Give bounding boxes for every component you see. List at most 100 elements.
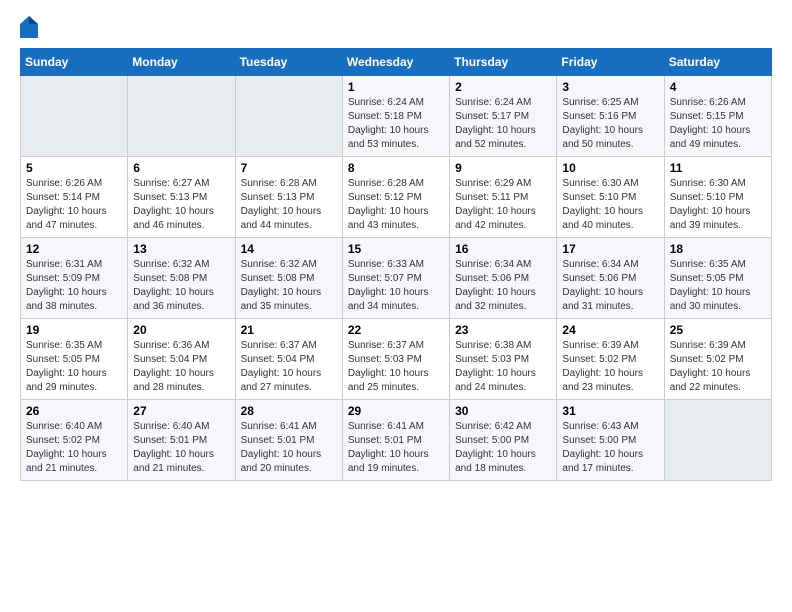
week-row-0: 1Sunrise: 6:24 AMSunset: 5:18 PMDaylight…	[21, 76, 772, 157]
calendar-cell: 29 Sunrise: 6:41 AMSunset: 5:01 PMDayligh…	[342, 400, 449, 481]
week-row-2: 12 Sunrise: 6:31 AMSunset: 5:09 PMDayligh…	[21, 238, 772, 319]
calendar-cell: 12 Sunrise: 6:31 AMSunset: 5:09 PMDayligh…	[21, 238, 128, 319]
calendar-cell: 1Sunrise: 6:24 AMSunset: 5:18 PMDaylight…	[342, 76, 449, 157]
day-info: Sunrise: 6:32 AMSunset: 5:08 PMDaylight:…	[133, 258, 229, 314]
calendar-cell: 5 Sunrise: 6:26 AMSunset: 5:14 PMDaylight…	[21, 157, 128, 238]
day-info: Sunrise: 6:39 AMSunset: 5:02 PMDaylight:…	[562, 339, 658, 395]
calendar-cell: 23 Sunrise: 6:38 AMSunset: 5:03 PMDayligh…	[450, 319, 557, 400]
calendar-cell: 30Sunrise: 6:42 AMSunset: 5:00 PMDayligh…	[450, 400, 557, 481]
day-number: 16	[455, 242, 551, 256]
day-number: 8	[348, 161, 444, 175]
calendar-cell: 20 Sunrise: 6:36 AMSunset: 5:04 PMDayligh…	[128, 319, 235, 400]
day-info: Sunrise: 6:36 AMSunset: 5:04 PMDaylight:…	[133, 339, 229, 395]
calendar-cell: 3Sunrise: 6:25 AMSunset: 5:16 PMDaylight…	[557, 76, 664, 157]
calendar-cell	[128, 76, 235, 157]
day-number: 21	[241, 323, 337, 337]
day-info: Sunrise: 6:28 AMSunset: 5:12 PMDaylight:…	[348, 177, 444, 233]
day-number: 1	[348, 80, 444, 94]
calendar-cell: 26 Sunrise: 6:40 AMSunset: 5:02 PMDayligh…	[21, 400, 128, 481]
calendar-cell: 2 Sunrise: 6:24 AMSunset: 5:17 PMDaylight…	[450, 76, 557, 157]
calendar-cell: 14 Sunrise: 6:32 AMSunset: 5:08 PMDayligh…	[235, 238, 342, 319]
calendar-cell: 13 Sunrise: 6:32 AMSunset: 5:08 PMDayligh…	[128, 238, 235, 319]
calendar-cell: 6 Sunrise: 6:27 AMSunset: 5:13 PMDaylight…	[128, 157, 235, 238]
day-header-friday: Friday	[557, 49, 664, 76]
day-number: 23	[455, 323, 551, 337]
day-number: 3	[562, 80, 658, 94]
day-number: 20	[133, 323, 229, 337]
day-info: Sunrise: 6:26 AMSunset: 5:14 PMDaylight:…	[26, 177, 122, 233]
day-number: 26	[26, 404, 122, 418]
day-info: Sunrise: 6:28 AMSunset: 5:13 PMDaylight:…	[241, 177, 337, 233]
logo	[20, 16, 42, 38]
day-info: Sunrise: 6:43 AMSunset: 5:00 PMDaylight:…	[562, 420, 658, 476]
day-info: Sunrise: 6:39 AMSunset: 5:02 PMDaylight:…	[670, 339, 766, 395]
day-number: 6	[133, 161, 229, 175]
calendar-cell: 21Sunrise: 6:37 AMSunset: 5:04 PMDayligh…	[235, 319, 342, 400]
day-info: Sunrise: 6:41 AMSunset: 5:01 PMDaylight:…	[348, 420, 444, 476]
page-header	[20, 16, 772, 38]
calendar-cell: 7 Sunrise: 6:28 AMSunset: 5:13 PMDaylight…	[235, 157, 342, 238]
day-header-thursday: Thursday	[450, 49, 557, 76]
day-number: 31	[562, 404, 658, 418]
day-number: 7	[241, 161, 337, 175]
day-info: Sunrise: 6:38 AMSunset: 5:03 PMDaylight:…	[455, 339, 551, 395]
calendar-cell: 19 Sunrise: 6:35 AMSunset: 5:05 PMDayligh…	[21, 319, 128, 400]
day-header-saturday: Saturday	[664, 49, 771, 76]
day-number: 25	[670, 323, 766, 337]
calendar-cell: 22 Sunrise: 6:37 AMSunset: 5:03 PMDayligh…	[342, 319, 449, 400]
day-number: 22	[348, 323, 444, 337]
calendar-cell: 4Sunrise: 6:26 AMSunset: 5:15 PMDaylight…	[664, 76, 771, 157]
week-row-3: 19 Sunrise: 6:35 AMSunset: 5:05 PMDayligh…	[21, 319, 772, 400]
day-info: Sunrise: 6:31 AMSunset: 5:09 PMDaylight:…	[26, 258, 122, 314]
calendar-cell: 27 Sunrise: 6:40 AMSunset: 5:01 PMDayligh…	[128, 400, 235, 481]
day-header-monday: Monday	[128, 49, 235, 76]
calendar-cell	[21, 76, 128, 157]
day-number: 10	[562, 161, 658, 175]
day-info: Sunrise: 6:35 AMSunset: 5:05 PMDaylight:…	[670, 258, 766, 314]
day-info: Sunrise: 6:34 AMSunset: 5:06 PMDaylight:…	[455, 258, 551, 314]
calendar-cell: 31 Sunrise: 6:43 AMSunset: 5:00 PMDayligh…	[557, 400, 664, 481]
calendar-cell: 17 Sunrise: 6:34 AMSunset: 5:06 PMDayligh…	[557, 238, 664, 319]
day-info: Sunrise: 6:37 AMSunset: 5:03 PMDaylight:…	[348, 339, 444, 395]
day-number: 11	[670, 161, 766, 175]
day-number: 13	[133, 242, 229, 256]
day-info: Sunrise: 6:32 AMSunset: 5:08 PMDaylight:…	[241, 258, 337, 314]
day-info: Sunrise: 6:40 AMSunset: 5:02 PMDaylight:…	[26, 420, 122, 476]
day-info: Sunrise: 6:27 AMSunset: 5:13 PMDaylight:…	[133, 177, 229, 233]
calendar-cell: 25 Sunrise: 6:39 AMSunset: 5:02 PMDayligh…	[664, 319, 771, 400]
day-info: Sunrise: 6:24 AMSunset: 5:17 PMDaylight:…	[455, 96, 551, 152]
day-number: 9	[455, 161, 551, 175]
day-number: 2	[455, 80, 551, 94]
day-number: 28	[241, 404, 337, 418]
calendar-cell: 15Sunrise: 6:33 AMSunset: 5:07 PMDayligh…	[342, 238, 449, 319]
day-number: 4	[670, 80, 766, 94]
day-number: 27	[133, 404, 229, 418]
calendar-cell: 11 Sunrise: 6:30 AMSunset: 5:10 PMDayligh…	[664, 157, 771, 238]
day-info: Sunrise: 6:29 AMSunset: 5:11 PMDaylight:…	[455, 177, 551, 233]
day-header-sunday: Sunday	[21, 49, 128, 76]
day-info: Sunrise: 6:34 AMSunset: 5:06 PMDaylight:…	[562, 258, 658, 314]
day-header-tuesday: Tuesday	[235, 49, 342, 76]
logo-icon	[20, 16, 38, 38]
calendar-cell: 8 Sunrise: 6:28 AMSunset: 5:12 PMDaylight…	[342, 157, 449, 238]
day-number: 5	[26, 161, 122, 175]
calendar-cell: 16 Sunrise: 6:34 AMSunset: 5:06 PMDayligh…	[450, 238, 557, 319]
day-number: 24	[562, 323, 658, 337]
day-number: 17	[562, 242, 658, 256]
calendar-cell: 10Sunrise: 6:30 AMSunset: 5:10 PMDayligh…	[557, 157, 664, 238]
calendar-cell	[235, 76, 342, 157]
day-number: 12	[26, 242, 122, 256]
day-info: Sunrise: 6:35 AMSunset: 5:05 PMDaylight:…	[26, 339, 122, 395]
day-info: Sunrise: 6:41 AMSunset: 5:01 PMDaylight:…	[241, 420, 337, 476]
day-info: Sunrise: 6:40 AMSunset: 5:01 PMDaylight:…	[133, 420, 229, 476]
calendar-cell: 28 Sunrise: 6:41 AMSunset: 5:01 PMDayligh…	[235, 400, 342, 481]
day-number: 19	[26, 323, 122, 337]
calendar-cell	[664, 400, 771, 481]
day-info: Sunrise: 6:30 AMSunset: 5:10 PMDaylight:…	[670, 177, 766, 233]
calendar-table: SundayMondayTuesdayWednesdayThursdayFrid…	[20, 48, 772, 481]
day-number: 14	[241, 242, 337, 256]
day-number: 29	[348, 404, 444, 418]
day-number: 18	[670, 242, 766, 256]
week-row-4: 26 Sunrise: 6:40 AMSunset: 5:02 PMDayligh…	[21, 400, 772, 481]
day-headers-row: SundayMondayTuesdayWednesdayThursdayFrid…	[21, 49, 772, 76]
